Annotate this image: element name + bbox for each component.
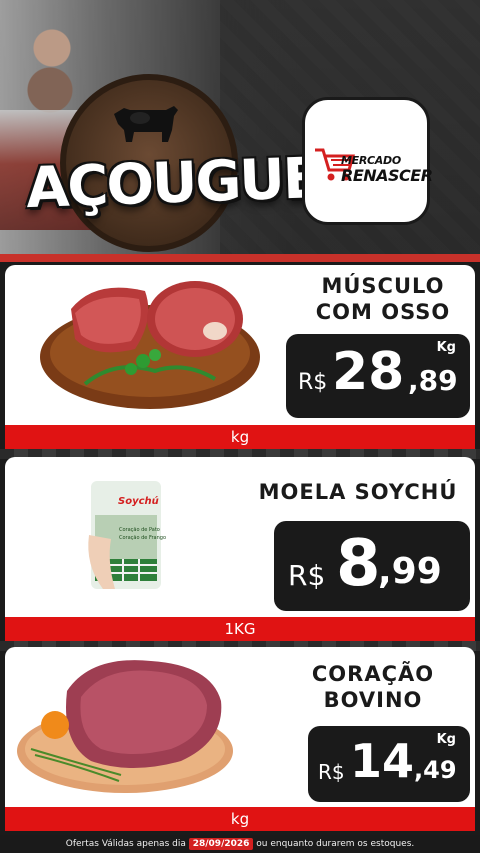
unit-bar-musculo: kg: [5, 425, 475, 449]
offer-validity-footer: Ofertas Válidas apenas dia 28/09/2026 ou…: [0, 835, 480, 853]
price-box-coracao: Kg R$ 14 ,49: [308, 726, 470, 802]
product-name-coracao: CORAÇÃO BOVINO: [275, 661, 471, 713]
price-integer: 14: [350, 734, 415, 788]
price-integer: 8: [336, 527, 381, 601]
product-name-line2: COM OSSO: [315, 300, 451, 324]
product-card-coracao: CORAÇÃO BOVINO Kg R$ 14 ,49 kg: [5, 647, 475, 831]
price-decimal: ,49: [414, 756, 457, 784]
product-image-musculo: [40, 281, 260, 409]
store-name-line2: RENASCER: [341, 166, 433, 185]
price-box-musculo: Kg R$ 28 ,89: [286, 334, 470, 418]
unit-bar-coracao: kg: [5, 807, 475, 831]
cow-icon: [114, 106, 178, 142]
store-logo: MERCADO RENASCER: [302, 97, 433, 225]
product-card-musculo: MÚSCULO COM OSSO Kg R$ 28 ,89 kg: [5, 265, 475, 449]
package-text-1: Coração de Pato: [119, 527, 160, 533]
product-image-coracao: [17, 660, 233, 793]
product-name-musculo: MÚSCULO COM OSSO: [295, 273, 471, 325]
unit-bar-moela: 1KG: [5, 617, 475, 641]
footer-date: 28/09/2026: [188, 838, 254, 850]
footer-text-before: Ofertas Válidas apenas dia: [65, 839, 186, 849]
price-integer: 28: [332, 342, 405, 402]
product-name-line1: CORAÇÃO: [311, 662, 435, 686]
product-name-moela: MOELA SOYCHÚ: [245, 479, 471, 505]
price-currency: R$: [298, 370, 328, 395]
header-divider: [0, 254, 480, 262]
price-decimal: ,99: [378, 551, 442, 592]
product-card-moela: Soychú Coração de Pato Coração de Frango…: [5, 457, 475, 641]
price-box-moela: R$ 8 ,99: [274, 521, 470, 611]
product-name-line2: BOVINO: [323, 688, 423, 712]
package-text-2: Coração de Frango: [119, 535, 167, 541]
price-unit-label: Kg: [436, 340, 456, 355]
price-currency: R$: [318, 760, 345, 784]
product-name-line1: MÚSCULO: [321, 274, 445, 298]
header-banner: AÇOUGUE MERCADO RENASCER: [0, 0, 480, 258]
price-decimal: ,89: [408, 364, 458, 397]
product-name-line1: MOELA SOYCHÚ: [258, 480, 458, 504]
section-title: AÇOUGUE: [24, 145, 321, 222]
package-brand: Soychú: [118, 496, 159, 507]
footer-text-after: ou enquanto durarem os estoques.: [256, 839, 415, 849]
price-currency: R$: [288, 559, 326, 592]
price-unit-label: Kg: [436, 732, 456, 747]
